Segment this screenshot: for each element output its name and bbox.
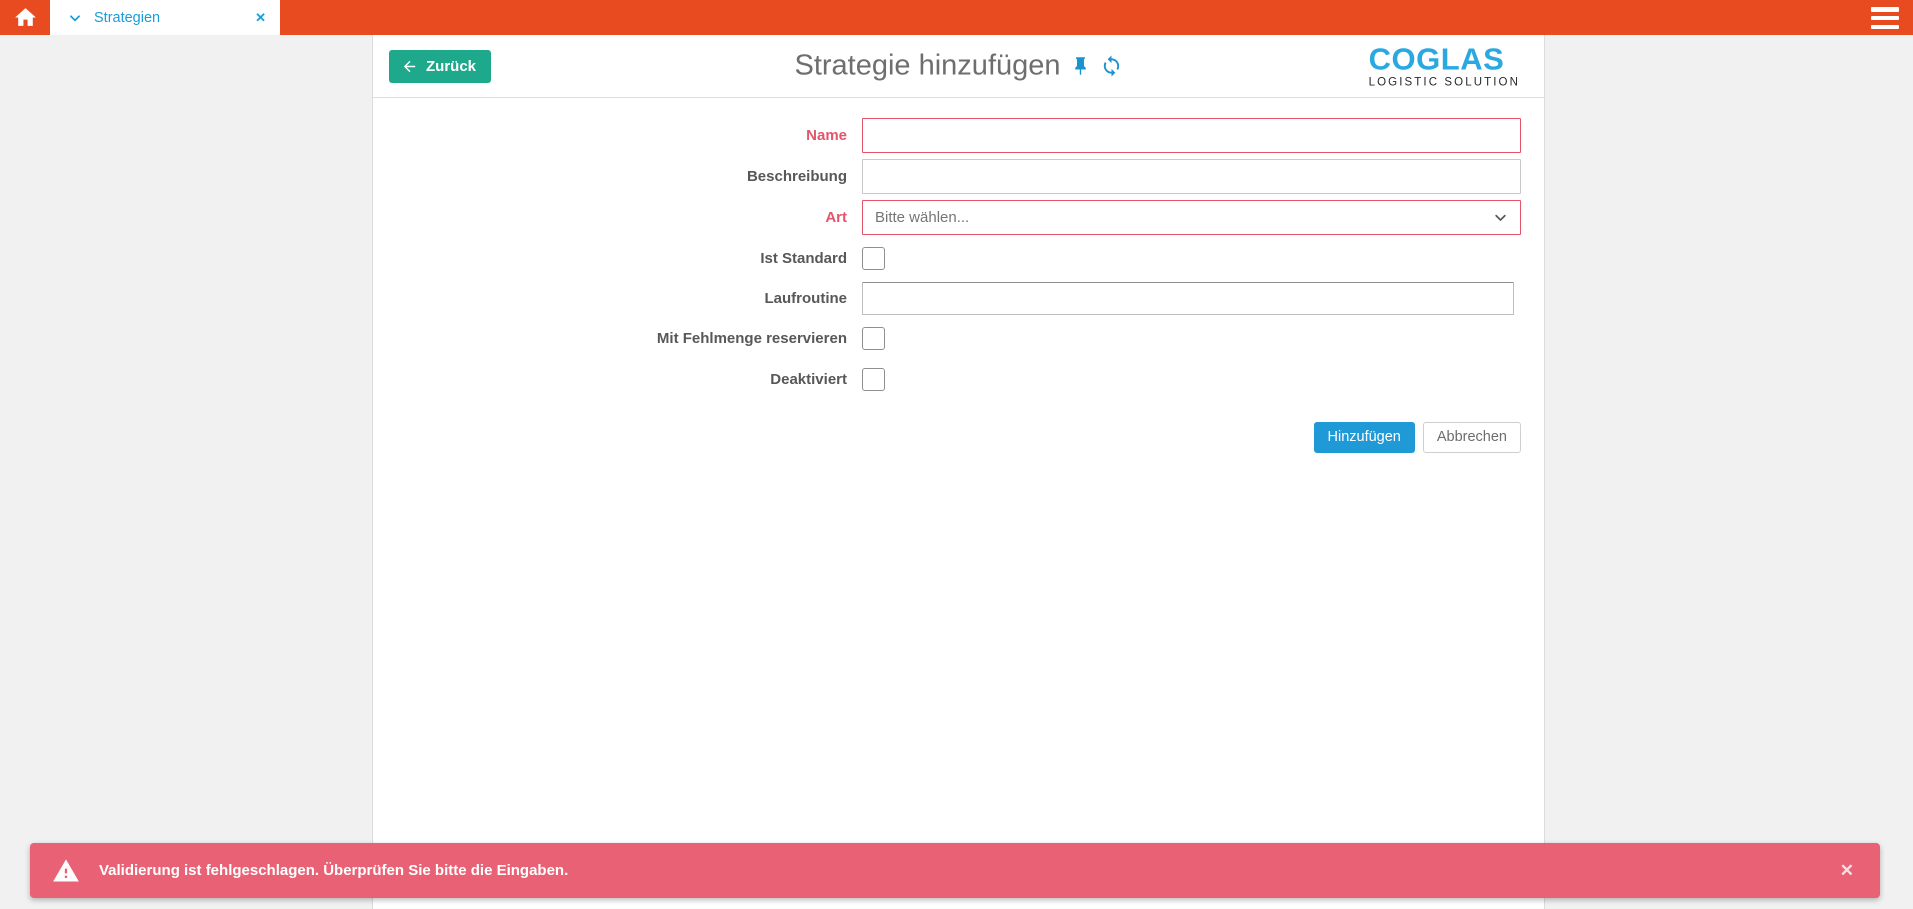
- menu-bar: [1871, 25, 1899, 30]
- deaktiviert-checkbox[interactable]: [862, 368, 885, 391]
- back-button-label: Zurück: [426, 58, 476, 75]
- art-label: Art: [373, 209, 862, 226]
- main-panel: Zurück Strategie hinzufügen COGLAS LOGIS…: [372, 35, 1545, 909]
- ist-standard-checkbox[interactable]: [862, 247, 885, 270]
- coglas-logo: COGLAS LOGISTIC SOLUTION: [1369, 43, 1520, 89]
- deaktiviert-label: Deaktiviert: [373, 371, 862, 388]
- form-row-name: Name: [373, 118, 1544, 153]
- error-message: Validierung ist fehlgeschlagen. Überprüf…: [99, 862, 568, 879]
- form-row-ist-standard: Ist Standard: [373, 241, 1544, 276]
- name-label: Name: [373, 127, 862, 144]
- chevron-down-icon[interactable]: [68, 11, 82, 25]
- menu-bar: [1871, 16, 1899, 21]
- home-button[interactable]: [0, 0, 50, 35]
- strategy-form: Name Beschreibung Art Bitte wählen... Is…: [373, 98, 1544, 453]
- ist-standard-label: Ist Standard: [373, 250, 862, 267]
- abbrechen-button[interactable]: Abbrechen: [1423, 422, 1521, 453]
- beschreibung-label: Beschreibung: [373, 168, 862, 185]
- menu-bar: [1871, 7, 1899, 12]
- laufroutine-input[interactable]: [862, 282, 1514, 315]
- form-row-art: Art Bitte wählen...: [373, 200, 1544, 235]
- laufroutine-label: Laufroutine: [373, 290, 862, 307]
- mit-fehlmenge-label: Mit Fehlmenge reservieren: [373, 330, 862, 347]
- tab-close-icon[interactable]: ✕: [255, 11, 266, 24]
- back-button[interactable]: Zurück: [389, 50, 491, 83]
- form-row-deaktiviert: Deaktiviert: [373, 362, 1544, 397]
- pin-icon[interactable]: [1070, 56, 1091, 77]
- form-row-mit-fehlmenge: Mit Fehlmenge reservieren: [373, 321, 1544, 356]
- form-row-beschreibung: Beschreibung: [373, 159, 1544, 194]
- tab-label: Strategien: [94, 10, 160, 26]
- art-select[interactable]: Bitte wählen...: [862, 200, 1521, 235]
- toast-close-icon[interactable]: ✕: [1840, 862, 1858, 879]
- beschreibung-input[interactable]: [862, 159, 1521, 194]
- tab-strategien[interactable]: Strategien ✕: [50, 0, 280, 35]
- name-input[interactable]: [862, 118, 1521, 153]
- home-icon: [13, 5, 38, 30]
- logo-tagline: LOGISTIC SOLUTION: [1369, 77, 1520, 89]
- title-area: Strategie hinzufügen: [794, 50, 1122, 83]
- hinzufuegen-button[interactable]: Hinzufügen: [1314, 422, 1415, 453]
- top-bar: Strategien ✕: [0, 0, 1913, 35]
- refresh-icon[interactable]: [1100, 55, 1123, 78]
- form-row-laufroutine: Laufroutine: [373, 282, 1544, 315]
- logo-brand: COGLAS: [1369, 43, 1520, 74]
- menu-icon[interactable]: [1871, 7, 1899, 29]
- chevron-down-icon: [1493, 210, 1508, 225]
- panel-header: Zurück Strategie hinzufügen COGLAS LOGIS…: [373, 35, 1544, 98]
- form-actions: Hinzufügen Abbrechen: [373, 422, 1521, 453]
- mit-fehlmenge-checkbox[interactable]: [862, 327, 885, 350]
- page-title: Strategie hinzufügen: [794, 50, 1060, 83]
- art-select-value: Bitte wählen...: [875, 209, 969, 226]
- warning-icon: [52, 857, 80, 885]
- left-arrow-icon: [401, 58, 418, 75]
- error-banner: Validierung ist fehlgeschlagen. Überprüf…: [30, 843, 1880, 898]
